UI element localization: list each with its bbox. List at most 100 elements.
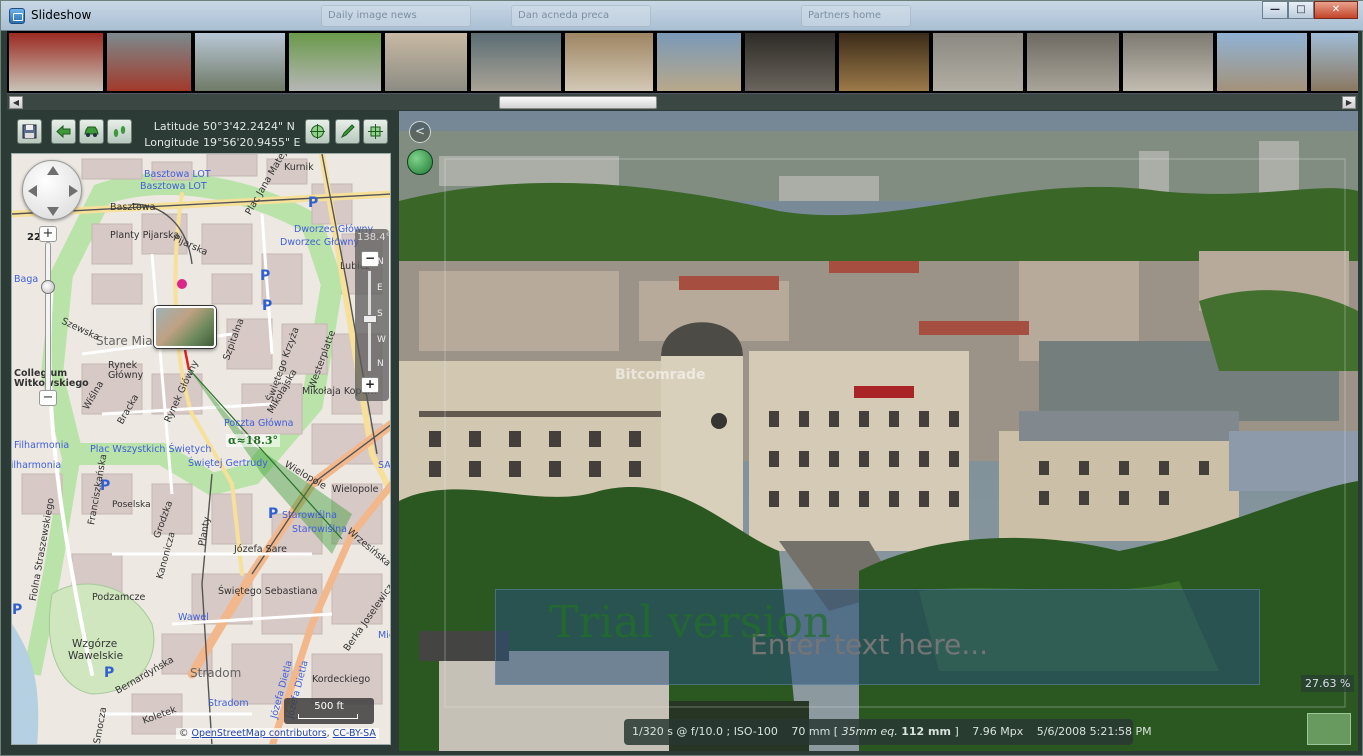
filmstrip-thumbnail[interactable] xyxy=(385,33,469,91)
scroll-left-arrow-icon[interactable]: ◀ xyxy=(9,96,23,109)
compass-label: E xyxy=(377,283,383,293)
square-target-icon xyxy=(368,124,383,139)
crosshair-icon xyxy=(310,124,325,139)
exif-info-bar: 1/320 s @ f/10.0 ; ISO-100 70 mm [ 35mm … xyxy=(624,719,1152,745)
zoom-percentage: 27.63 % xyxy=(1301,675,1355,692)
attribution-prefix: © xyxy=(179,728,192,739)
view-angle-label: α≈18.3° xyxy=(226,434,280,447)
back-arrow-icon[interactable]: < xyxy=(409,121,431,143)
exposure-info: 1/320 s @ f/10.0 ; ISO-100 xyxy=(632,725,778,738)
map-label: Podzamcze xyxy=(92,592,146,603)
walk-mode-button[interactable] xyxy=(107,119,132,144)
filmstrip-thumbnail[interactable] xyxy=(289,33,383,91)
pan-control[interactable] xyxy=(22,160,82,220)
car-mode-button[interactable] xyxy=(79,119,104,144)
filmstrip-thumbnail[interactable] xyxy=(1027,33,1121,91)
filmstrip-thumbnail[interactable] xyxy=(933,33,1025,91)
map-label: Planty Pijarska xyxy=(110,230,180,241)
footsteps-icon xyxy=(113,126,126,137)
scrollbar-thumb[interactable] xyxy=(499,96,657,109)
attribution-link[interactable]: OpenStreetMap contributors xyxy=(192,728,327,739)
map-label: Wzgórze xyxy=(72,638,118,650)
map-label: Plac Wszystkich Świętych xyxy=(90,444,212,455)
save-button[interactable] xyxy=(17,119,42,144)
svg-text:P: P xyxy=(104,665,114,681)
latitude-label: Latitude xyxy=(153,120,199,133)
map-label: Poselska xyxy=(112,500,151,510)
megapixels: 7.96 Mpx xyxy=(972,725,1024,738)
filmstrip-thumbnail[interactable] xyxy=(471,33,563,91)
close-button[interactable]: ✕ xyxy=(1314,1,1358,19)
filmstrip-thumbnail[interactable] xyxy=(839,33,931,91)
trial-version-watermark: Trial version xyxy=(549,597,832,648)
filmstrip-thumbnail[interactable] xyxy=(657,33,743,91)
map-label: Świętej Gertrudy xyxy=(188,458,268,469)
map-label: Wawel xyxy=(178,612,209,623)
zoom-knob[interactable] xyxy=(41,280,55,294)
map-label: Wawelskie xyxy=(68,650,124,662)
locate-button[interactable] xyxy=(305,119,330,144)
map-label: Mie xyxy=(378,630,390,641)
map-label: Starowiślna xyxy=(282,510,337,521)
map-label: Filharmonia xyxy=(14,440,70,451)
map-label: SA xyxy=(378,460,391,471)
filmstrip-thumbnail[interactable] xyxy=(9,33,105,91)
svg-text:P: P xyxy=(260,268,270,284)
filmstrip-thumbnail[interactable] xyxy=(107,33,193,91)
maximize-button[interactable]: □ xyxy=(1288,1,1314,19)
minimize-button[interactable]: — xyxy=(1262,1,1288,19)
map-label: Baga xyxy=(14,274,39,285)
filmstrip-scrollbar[interactable]: ◀ ▶ xyxy=(7,93,1358,110)
filmstrip-thumbnail[interactable] xyxy=(745,33,837,91)
heading-increase-button[interactable]: + xyxy=(361,377,379,393)
zoom-slider[interactable]: + − xyxy=(38,226,60,406)
svg-text:P: P xyxy=(12,602,22,618)
map-label: Stradom xyxy=(208,698,249,709)
compass-label: N xyxy=(377,359,384,369)
map-label: Stradom xyxy=(190,666,242,680)
zoom-out-button[interactable]: − xyxy=(39,390,57,406)
map-label: Poczta Główna xyxy=(224,418,294,429)
pan-arrows-icon xyxy=(28,166,78,216)
thumbnail-filmstrip[interactable] xyxy=(7,31,1358,93)
zoom-in-button[interactable]: + xyxy=(39,226,57,242)
title-bar[interactable]: Slideshow Daily image news Dan acneda pr… xyxy=(1,1,1363,31)
map-label: Wielopole xyxy=(332,484,379,495)
compass-label: S xyxy=(377,309,383,319)
map-label: Basztowa LOT xyxy=(144,169,211,180)
overview-minimap[interactable] xyxy=(1307,713,1351,745)
map-label: Główny xyxy=(108,370,144,381)
map-scale: 500 ft xyxy=(284,698,374,724)
slideshow-window: Slideshow Daily image news Dan acneda pr… xyxy=(0,0,1363,756)
coordinates-readout: Latitude 50°3'42.2424" N Longitude 19°56'2… xyxy=(141,119,301,151)
frame-button[interactable] xyxy=(363,119,388,144)
longitude-label: Longitude xyxy=(144,136,199,149)
bg-tab: Daily image news xyxy=(321,5,471,27)
filmstrip-thumbnail[interactable] xyxy=(1217,33,1309,91)
filmstrip-thumbnail[interactable] xyxy=(565,33,655,91)
street-map[interactable]: PPP PPP P Basztowa LOT Basztowa LOT Basz… xyxy=(11,153,391,745)
map-label: Kordeckiego xyxy=(312,674,371,685)
car-icon xyxy=(84,126,99,137)
map-label: Basztowa xyxy=(110,202,156,213)
bg-tab: Partners home xyxy=(801,5,911,27)
map-label: Świętego Sebastiana xyxy=(218,586,318,597)
main-photo-view[interactable]: < Bitcomrade Trial version 27.63 % 1/320… xyxy=(399,111,1358,751)
compass-label: W xyxy=(377,335,386,345)
filmstrip-thumbnail[interactable] xyxy=(1123,33,1215,91)
date-time: 5/6/2008 5:21:58 PM xyxy=(1036,725,1152,738)
filmstrip-thumbnail[interactable] xyxy=(195,33,287,91)
edit-button[interactable] xyxy=(335,119,360,144)
photo-location-marker[interactable] xyxy=(154,306,216,348)
license-link[interactable]: CC-BY-SA xyxy=(333,728,376,739)
map-label: Filharmonia xyxy=(11,460,62,471)
longitude-value: 19°56'20.9455" E xyxy=(203,136,301,149)
scroll-right-arrow-icon[interactable]: ▶ xyxy=(1342,96,1356,109)
heading-knob[interactable] xyxy=(363,315,377,323)
latitude-value: 50°3'42.2424" N xyxy=(203,120,295,133)
bg-tab: Dan acneda preca xyxy=(511,5,651,27)
back-button[interactable] xyxy=(51,119,76,144)
zoom-track[interactable] xyxy=(45,242,51,392)
filmstrip-thumbnail[interactable] xyxy=(1311,33,1358,91)
globe-icon[interactable] xyxy=(407,149,433,175)
